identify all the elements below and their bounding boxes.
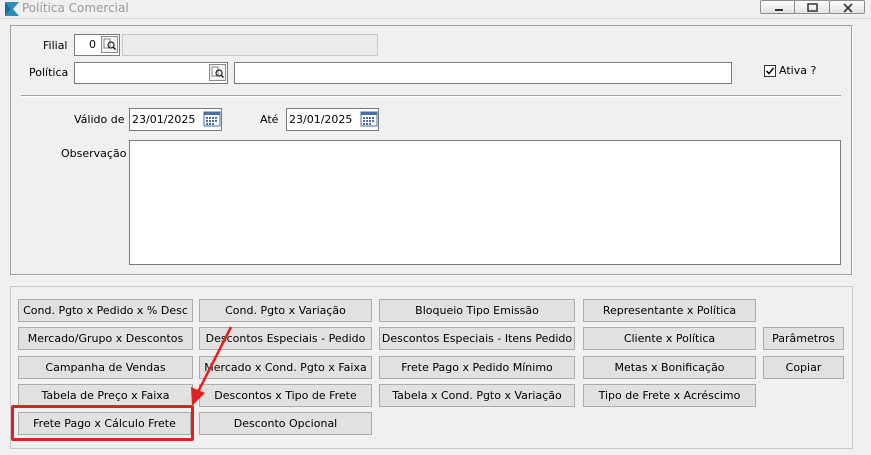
calendar-icon[interactable] <box>203 110 221 128</box>
window-title: Política Comercial <box>22 1 129 15</box>
cliente-politica-button[interactable]: Cliente x Política <box>583 327 756 350</box>
checkbox-box[interactable] <box>764 64 776 77</box>
filial-lookup-button[interactable] <box>101 36 118 53</box>
app-logo-icon <box>5 2 19 16</box>
observacao-textarea[interactable] <box>129 140 841 265</box>
frete-pago-pedido-minimo-button[interactable]: Frete Pago x Pedido Mínimo <box>379 356 575 379</box>
minimize-icon <box>775 9 783 11</box>
politica-code-field[interactable] <box>74 62 228 84</box>
politica-description-field[interactable] <box>234 62 732 84</box>
cond-pgto-pedido-desc-button[interactable]: Cond. Pgto x Pedido x % Desc <box>18 299 193 322</box>
ate-label: Até <box>260 113 279 126</box>
minimize-button[interactable] <box>760 0 796 14</box>
campanha-vendas-button[interactable]: Campanha de Vendas <box>18 356 193 379</box>
mercado-grupo-descontos-button[interactable]: Mercado/Grupo x Descontos <box>18 327 193 350</box>
tipo-frete-acrescimo-button[interactable]: Tipo de Frete x Acréscimo <box>583 384 756 407</box>
search-icon <box>103 38 117 51</box>
tabela-preco-faixa-button[interactable]: Tabela de Preço x Faixa <box>18 384 193 407</box>
ativa-checkbox[interactable]: Ativa ? <box>764 64 816 77</box>
observacao-label: Observação <box>61 147 127 160</box>
cond-pgto-variacao-button[interactable]: Cond. Pgto x Variação <box>199 299 372 322</box>
ate-date-field[interactable]: 23/01/2025 <box>286 108 379 131</box>
politica-lookup-button[interactable] <box>209 64 226 81</box>
bloqueio-tipo-emissao-button[interactable]: Bloqueio Tipo Emissão <box>379 299 575 322</box>
annotation-arrow-icon <box>191 326 233 406</box>
filial-value: 0 <box>89 38 96 51</box>
representante-politica-button[interactable]: Representante x Política <box>583 299 756 322</box>
highlight-box <box>11 405 194 441</box>
close-button[interactable] <box>829 0 865 14</box>
desconto-opcional-button[interactable]: Desconto Opcional <box>199 412 372 435</box>
tabela-cond-pgto-variacao-button[interactable]: Tabela x Cond. Pgto x Variação <box>379 384 575 407</box>
valido-de-date-field[interactable]: 23/01/2025 <box>129 108 222 131</box>
ativa-label: Ativa ? <box>779 64 817 77</box>
valido-de-label: Válido de <box>74 113 125 126</box>
copiar-button[interactable]: Copiar <box>763 356 844 379</box>
restore-icon <box>807 3 818 12</box>
restore-button[interactable] <box>794 0 830 14</box>
politica-label: Política <box>29 66 69 79</box>
ate-value: 23/01/2025 <box>289 113 353 126</box>
close-icon <box>843 3 853 13</box>
filial-field[interactable]: 0 <box>74 34 120 56</box>
filial-label: Filial <box>43 39 68 52</box>
calendar-icon[interactable] <box>360 110 378 128</box>
filial-description-field <box>122 34 378 56</box>
valido-de-value: 23/01/2025 <box>132 113 196 126</box>
search-icon <box>211 66 225 79</box>
metas-bonificacao-button[interactable]: Metas x Bonificação <box>583 356 756 379</box>
checkmark-icon <box>765 67 775 75</box>
descontos-especiais-itens-pedido-button[interactable]: Descontos Especiais - Itens Pedido <box>379 327 575 350</box>
divider <box>21 95 841 97</box>
title-bar: Política Comercial <box>0 0 871 19</box>
parametros-button[interactable]: Parâmetros <box>763 327 844 350</box>
